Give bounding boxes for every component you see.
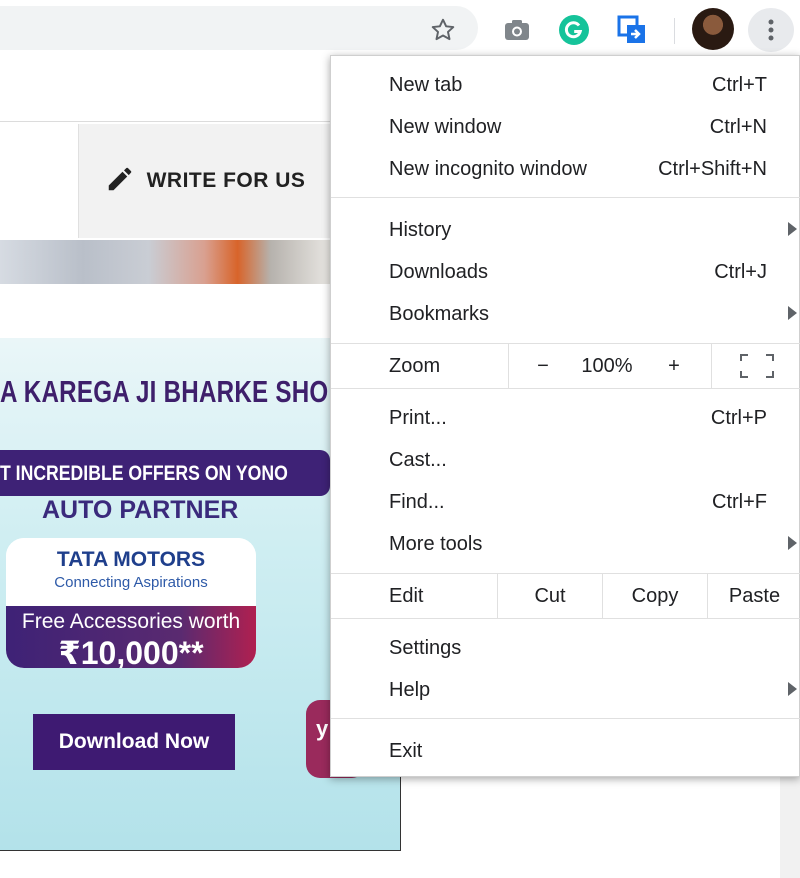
brand-card-offer: Free Accessories worth ₹10,000** bbox=[6, 606, 256, 668]
paste-button[interactable]: Paste bbox=[708, 574, 800, 618]
submenu-arrow-icon bbox=[788, 222, 797, 236]
submenu-arrow-icon bbox=[788, 306, 797, 320]
menu-item-shortcut: Ctrl+F bbox=[712, 490, 767, 513]
menu-divider bbox=[331, 618, 800, 619]
ad-offer-banner: T INCREDIBLE OFFERS ON YONO bbox=[0, 450, 330, 496]
menu-item-bookmarks[interactable]: Bookmarks bbox=[331, 293, 800, 335]
menu-item-exit[interactable]: Exit bbox=[331, 730, 800, 772]
ad-partner-label: AUTO PARTNER bbox=[42, 496, 239, 524]
menu-item-new-tab[interactable]: New tab Ctrl+T bbox=[331, 64, 800, 106]
submenu-arrow-icon bbox=[788, 682, 797, 696]
menu-item-help[interactable]: Help bbox=[331, 669, 800, 711]
download-now-button[interactable]: Download Now bbox=[33, 714, 235, 770]
menu-divider bbox=[331, 197, 800, 198]
menu-item-label: Find... bbox=[389, 490, 445, 513]
menu-item-new-incognito-window[interactable]: New incognito window Ctrl+Shift+N bbox=[331, 148, 800, 190]
browser-toolbar bbox=[0, 0, 800, 58]
menu-item-label: History bbox=[389, 218, 452, 241]
camera-icon[interactable] bbox=[500, 13, 534, 47]
write-for-us-button[interactable]: WRITE FOR US bbox=[78, 124, 331, 238]
header-divider bbox=[0, 121, 330, 122]
menu-item-more-tools[interactable]: More tools bbox=[331, 523, 800, 565]
hero-image bbox=[0, 240, 330, 284]
brand-card-top: TATA MOTORS Connecting Aspirations bbox=[6, 538, 256, 606]
ad-title: A KAREGA JI BHARKE SHOPPI bbox=[0, 374, 369, 409]
menu-divider bbox=[331, 718, 800, 719]
menu-divider bbox=[331, 388, 800, 389]
toolbar-divider bbox=[674, 18, 675, 44]
pencil-icon bbox=[105, 164, 135, 199]
menu-item-label: Bookmarks bbox=[389, 302, 490, 325]
menu-item-print[interactable]: Print... Ctrl+P bbox=[331, 397, 800, 439]
menu-item-label: New tab bbox=[389, 73, 463, 96]
menu-item-history[interactable]: History bbox=[331, 209, 800, 251]
menu-item-find[interactable]: Find... Ctrl+F bbox=[331, 481, 800, 523]
brand-logo-text: TATA MOTORS bbox=[56, 548, 206, 571]
menu-item-label: Print... bbox=[389, 406, 447, 429]
menu-item-label: New incognito window bbox=[389, 157, 587, 180]
grammarly-icon[interactable] bbox=[556, 12, 592, 48]
menu-item-label: Exit bbox=[389, 739, 423, 762]
zoom-level: 100% bbox=[581, 354, 633, 377]
menu-item-label: Settings bbox=[389, 636, 462, 659]
menu-item-label: New window bbox=[389, 115, 502, 138]
write-for-us-label: WRITE FOR US bbox=[146, 169, 306, 192]
menu-item-new-window[interactable]: New window Ctrl+N bbox=[331, 106, 800, 148]
menu-item-shortcut: Ctrl+Shift+N bbox=[658, 157, 767, 180]
menu-item-downloads[interactable]: Downloads Ctrl+J bbox=[331, 251, 800, 293]
avatar[interactable] bbox=[692, 8, 734, 50]
fullscreen-icon[interactable] bbox=[712, 344, 800, 388]
brand-tagline: Connecting Aspirations bbox=[54, 574, 208, 591]
edit-label: Edit bbox=[389, 584, 424, 607]
menu-item-cast[interactable]: Cast... bbox=[331, 439, 800, 481]
star-icon[interactable] bbox=[426, 13, 460, 47]
menu-item-shortcut: Ctrl+N bbox=[709, 115, 767, 138]
menu-item-label: More tools bbox=[389, 532, 483, 555]
price-text: ₹10,000** bbox=[58, 635, 204, 668]
zoom-label: Zoom bbox=[389, 354, 441, 377]
more-vert-icon[interactable] bbox=[748, 8, 794, 52]
address-bar[interactable] bbox=[0, 6, 478, 50]
submenu-arrow-icon bbox=[788, 536, 797, 550]
menu-edit-row: Edit Cut Copy Paste bbox=[331, 574, 800, 618]
menu-item-settings[interactable]: Settings bbox=[331, 627, 800, 669]
copy-button[interactable]: Copy bbox=[603, 574, 707, 618]
menu-item-label: Cast... bbox=[389, 448, 447, 471]
extension-icon[interactable] bbox=[612, 10, 652, 50]
menu-zoom-row: Zoom − 100% + bbox=[331, 344, 800, 388]
menu-item-shortcut: Ctrl+T bbox=[712, 73, 767, 96]
ad-brand-card: TATA MOTORS Connecting Aspirations Free … bbox=[6, 538, 256, 668]
menu-item-shortcut: Ctrl+P bbox=[710, 406, 767, 429]
browser-main-menu: New tab Ctrl+T New window Ctrl+N New inc… bbox=[330, 55, 800, 777]
menu-item-shortcut: Ctrl+J bbox=[714, 260, 767, 283]
free-accessories-text: Free Accessories worth bbox=[21, 610, 241, 633]
cut-button[interactable]: Cut bbox=[498, 574, 602, 618]
zoom-in-button[interactable]: + bbox=[641, 344, 707, 388]
ad-offer-text: T INCREDIBLE OFFERS ON YONO bbox=[0, 462, 288, 485]
menu-item-label: Help bbox=[389, 678, 431, 701]
menu-item-label: Downloads bbox=[389, 260, 488, 283]
